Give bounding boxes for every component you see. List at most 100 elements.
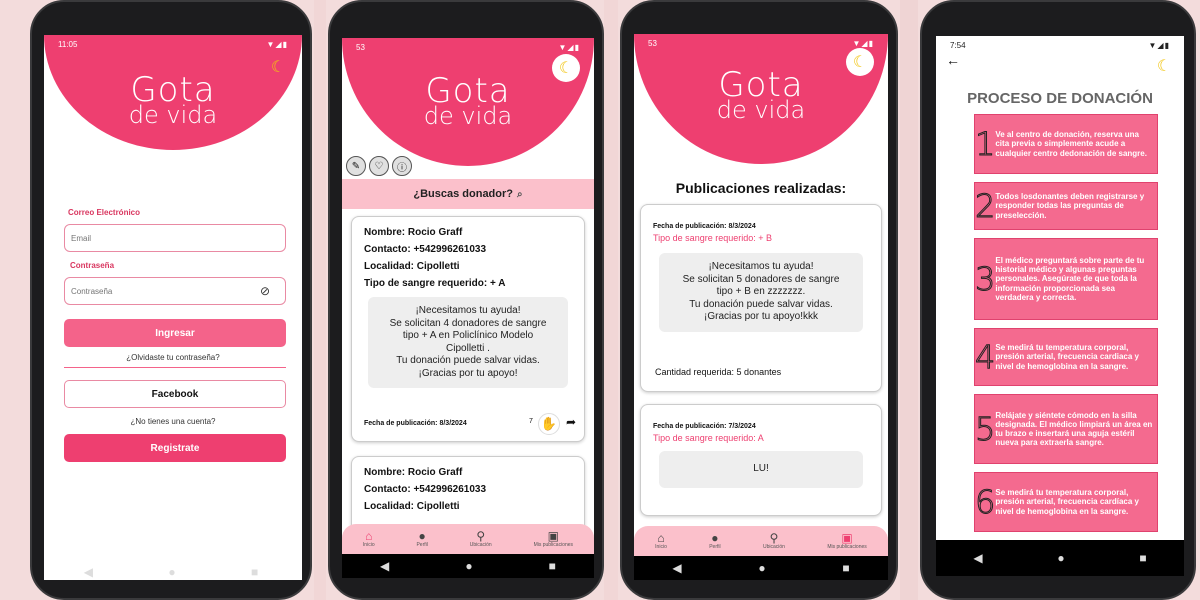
nav-my-posts[interactable]: ▣ Mis publicaciones <box>534 530 573 548</box>
quick-actions: ✎ ♡ ⓘ <box>346 156 412 176</box>
step-card: 6 Se medirá tu temperatura corporal, pre… <box>974 472 1158 532</box>
status-bar: 11:05 ▼◢▮ <box>44 35 302 53</box>
back-nav-icon[interactable]: ◀ <box>973 551 982 565</box>
nav-profile[interactable]: ● Perfil <box>416 530 427 548</box>
nav-label: Inicio <box>655 544 667 550</box>
publication-message: ¡Necesitamos tu ayuda! Se solicitan 5 do… <box>659 253 863 332</box>
logo-line2: de vida <box>716 96 806 124</box>
like-count: 7 <box>529 418 533 425</box>
step-number: 3 <box>974 260 996 299</box>
step-card: 4 Se medirá tu temperatura corporal, pre… <box>974 328 1158 386</box>
message-line: Tu donación puede salvar vidas. <box>689 298 833 310</box>
inbox-icon: ▣ <box>547 529 559 543</box>
email-input[interactable] <box>64 224 286 252</box>
status-bar: 53 ▼◢▮ <box>342 38 594 56</box>
post-locality: Localidad: Cipolletti <box>364 501 460 512</box>
home-nav-icon[interactable]: ● <box>168 565 175 579</box>
message-line: Se solicitan 5 donadores de sangre <box>682 273 840 285</box>
location-pin-icon: ⚲ <box>769 531 779 545</box>
phone-donation-process: 7:54 ▼◢▮ ← ☾ PROCESO DE DONACIÓN 1 Ve al… <box>920 0 1196 600</box>
person-icon: ● <box>418 529 426 543</box>
login-button[interactable]: Ingresar <box>64 319 286 347</box>
logo-line2: de vida <box>128 101 218 129</box>
back-arrow-icon[interactable]: ← <box>946 52 960 68</box>
status-icons: ▼◢▮ <box>558 42 580 52</box>
nav-label: Perfil <box>416 542 428 548</box>
message-line: Tu donación puede salvar vidas. <box>396 355 540 366</box>
search-title: ¿Buscas donador? <box>413 188 513 200</box>
heart-icon[interactable]: ♡ <box>369 156 389 176</box>
nav-location[interactable]: ⚲ Ubicación <box>763 532 785 550</box>
step-card: 1 Ve al centro de donación, reserva una … <box>974 114 1158 174</box>
raise-hand-icon[interactable]: ✋ <box>538 413 560 435</box>
phone-my-posts: 53 ▼◢▮ ☾ Gota de vida Publicaciones real… <box>620 0 898 600</box>
post-name: Nombre: Rocio Graff <box>364 227 463 238</box>
password-input[interactable] <box>64 277 286 305</box>
recents-nav-icon[interactable]: ■ <box>842 561 849 575</box>
nav-label: Perfil <box>709 544 721 550</box>
home-nav-icon[interactable]: ● <box>465 559 472 573</box>
inbox-icon: ▣ <box>841 531 853 545</box>
share-icon[interactable]: ➦ <box>566 415 576 429</box>
bottom-nav: ⌂ Inicio ● Perfil ⚲ Ubicación ▣ Mis publicac… <box>634 526 888 556</box>
message-line: LU! <box>753 463 769 474</box>
status-time: 53 <box>356 42 365 52</box>
register-button[interactable]: Registrate <box>64 434 286 462</box>
recents-nav-icon[interactable]: ■ <box>1139 551 1146 565</box>
forgot-password-link[interactable]: ¿Olvidaste tu contraseña? <box>44 353 302 362</box>
step-text: Todos losdonantes deben registrarse y re… <box>995 192 1145 220</box>
recents-nav-icon[interactable]: ■ <box>251 565 258 579</box>
step-text: El médico preguntará sobre parte de tu h… <box>995 256 1145 302</box>
facebook-button[interactable]: Facebook <box>64 380 286 408</box>
system-nav-bar: ◀ ● ■ <box>342 554 594 578</box>
step-text: Relájate y siéntete cómodo en la silla d… <box>995 410 1153 448</box>
home-nav-icon[interactable]: ● <box>1057 551 1064 565</box>
nav-profile[interactable]: ● Perfil <box>709 532 720 550</box>
app-logo: Gota de vida <box>342 74 594 128</box>
publication-blood-type: Tipo de sangre requerido: A <box>653 433 764 443</box>
message-line: Cipolletti . <box>446 342 490 354</box>
message-line: ¡Gracias por tu apoyo!kkk <box>704 311 818 322</box>
nav-home[interactable]: ⌂ Inicio <box>363 530 375 548</box>
info-icon[interactable]: ⓘ <box>392 156 412 176</box>
home-icon: ⌂ <box>657 531 665 545</box>
page-title: PROCESO DE DONACIÓN <box>967 90 1153 107</box>
app-logo: Gota de vida <box>44 73 302 127</box>
back-nav-icon[interactable]: ◀ <box>84 565 93 579</box>
status-time: 53 <box>648 38 657 48</box>
post-blood-type: Tipo de sangre requerido: + A <box>364 278 506 289</box>
status-icons: ▼◢▮ <box>852 38 874 48</box>
back-nav-icon[interactable]: ◀ <box>672 561 681 575</box>
step-text: Se medirá tu temperatura corporal, presi… <box>995 343 1139 371</box>
message-line: tipo + A en Policlínico Modelo <box>402 330 534 341</box>
logo-line2: de vida <box>423 102 513 130</box>
nav-my-posts[interactable]: ▣ Mis publicaciones <box>827 532 866 550</box>
search-bar[interactable]: ¿Buscas donador? ⌕ <box>342 179 594 209</box>
publication-card: Fecha de publicación: 7/3/2024 Tipo de s… <box>640 404 882 516</box>
message-line: ¡Necesitamos tu ayuda! <box>708 261 814 272</box>
recents-nav-icon[interactable]: ■ <box>549 559 556 573</box>
back-nav-icon[interactable]: ◀ <box>380 559 389 573</box>
step-number: 1 <box>974 125 996 164</box>
step-number: 6 <box>974 483 996 522</box>
status-time: 11:05 <box>58 39 78 49</box>
step-number: 2 <box>974 187 996 226</box>
nav-label: Inicio <box>362 542 375 548</box>
nav-home[interactable]: ⌂ Inicio <box>655 532 667 550</box>
status-time: 7:54 <box>950 40 966 50</box>
step-text: Se medirá tu temperatura corporal, presi… <box>995 488 1139 516</box>
no-account-text: ¿No tienes una cuenta? <box>130 417 216 426</box>
post-locality: Localidad: Cipolletti <box>364 261 460 272</box>
donation-process-screen: 7:54 ▼◢▮ ← ☾ PROCESO DE DONACIÓN 1 Ve al… <box>936 36 1184 576</box>
eye-off-icon[interactable]: ⊘ <box>260 284 270 298</box>
nav-location[interactable]: ⚲ Ubicación <box>470 530 492 548</box>
publication-blood-type: Tipo de sangre requerido: + B <box>653 233 772 243</box>
home-nav-icon[interactable]: ● <box>758 561 765 575</box>
message-line: ¡Gracias por tu apoyo! <box>418 367 518 379</box>
password-label: Contraseña <box>70 261 115 270</box>
nav-label: Ubicación <box>469 542 492 548</box>
edit-icon[interactable]: ✎ <box>346 156 366 176</box>
dark-mode-toggle-icon[interactable]: ☾ <box>1150 52 1178 80</box>
login-screen: 11:05 ▼◢▮ ☾ Gota de vida Correo Electrón… <box>44 35 302 580</box>
post-date: Fecha de publicación: 8/3/2024 <box>364 420 467 427</box>
